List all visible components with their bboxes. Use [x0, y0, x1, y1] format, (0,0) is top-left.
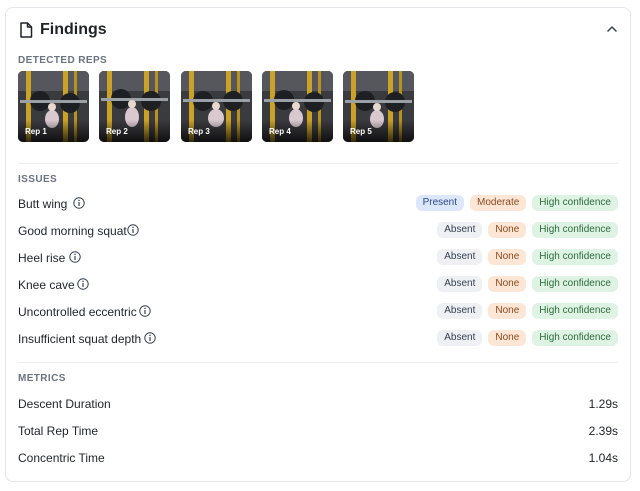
confidence-badge: High confidence — [532, 249, 618, 265]
rep-label: Rep 3 — [188, 127, 210, 136]
issue-row: Insufficient squat depth Absent None Hig… — [18, 330, 618, 350]
issue-badges: Absent None High confidence — [437, 249, 618, 267]
status-badge: Absent — [437, 276, 483, 292]
confidence-badge: High confidence — [532, 195, 618, 211]
metric-row: Descent Duration 1.29s — [18, 395, 618, 415]
issue-name: Good morning squat — [18, 224, 127, 238]
rep-thumbnail[interactable]: Rep 3 — [181, 71, 252, 142]
issue-name: Knee cave — [18, 278, 75, 292]
metric-name: Concentric Time — [18, 451, 105, 465]
metric-value: 2.39s — [588, 424, 618, 438]
confidence-badge: High confidence — [532, 330, 618, 346]
issue-name: Uncontrolled eccentric — [18, 305, 137, 319]
issues-label: ISSUES — [18, 174, 58, 185]
rep-thumbnail[interactable]: Rep 5 — [343, 71, 414, 142]
metric-value: 1.29s — [588, 397, 618, 411]
issue-badges: Absent None High confidence — [437, 222, 618, 240]
metric-row: Total Rep Time 2.39s — [18, 422, 618, 442]
issue-badges: Present Moderate High confidence — [415, 195, 618, 213]
rep-label: Rep 5 — [350, 127, 372, 136]
metric-row: Concentric Time 1.04s — [18, 449, 618, 469]
severity-badge: None — [488, 330, 527, 346]
findings-title: Findings — [40, 21, 107, 38]
severity-badge: Moderate — [470, 195, 527, 211]
severity-badge: None — [488, 276, 527, 292]
severity-badge: None — [488, 249, 527, 265]
issue-name: Insufficient squat depth — [18, 332, 142, 346]
section-divider — [18, 362, 618, 363]
confidence-badge: High confidence — [532, 276, 618, 292]
metric-name: Descent Duration — [18, 397, 111, 411]
status-badge: Absent — [437, 249, 483, 265]
section-divider — [18, 163, 618, 164]
rep-thumbnail[interactable]: Rep 4 — [262, 71, 333, 142]
info-icon[interactable] — [73, 197, 85, 209]
severity-badge: None — [488, 303, 527, 319]
issue-row: Uncontrolled eccentric Absent None High … — [18, 303, 618, 323]
metric-value: 1.04s — [588, 451, 618, 465]
issue-name: Heel rise — [18, 251, 66, 265]
metrics-label: METRICS — [18, 373, 66, 384]
info-icon[interactable] — [127, 224, 139, 236]
issue-badges: Absent None High confidence — [437, 330, 618, 348]
issue-row: Good morning squat Absent None High conf… — [18, 222, 618, 242]
confidence-badge: High confidence — [532, 222, 618, 238]
issue-row: Knee cave Absent None High confidence — [18, 276, 618, 296]
rep-label: Rep 2 — [106, 127, 128, 136]
status-badge: Absent — [437, 222, 483, 238]
info-icon[interactable] — [139, 305, 151, 317]
chevron-up-icon[interactable] — [606, 25, 618, 33]
rep-label: Rep 1 — [25, 127, 47, 136]
issue-badges: Absent None High confidence — [437, 276, 618, 294]
metric-name: Total Rep Time — [18, 424, 99, 438]
findings-card: Findings DETECTED REPS Rep 1 Rep 2 Rep 3… — [5, 7, 631, 482]
status-badge: Present — [415, 195, 465, 211]
issue-badges: Absent None High confidence — [437, 303, 618, 321]
status-badge: Absent — [437, 330, 483, 346]
confidence-badge: High confidence — [532, 303, 618, 319]
info-icon[interactable] — [69, 251, 81, 263]
info-icon[interactable] — [144, 332, 156, 344]
findings-header[interactable]: Findings — [6, 8, 630, 52]
issue-row: Heel rise Absent None High confidence — [18, 249, 618, 269]
issue-name: Butt wing — [18, 197, 68, 211]
document-icon — [20, 22, 33, 38]
rep-label: Rep 4 — [269, 127, 291, 136]
status-badge: Absent — [437, 303, 483, 319]
detected-reps-label: DETECTED REPS — [18, 55, 108, 66]
rep-thumbnail[interactable]: Rep 2 — [99, 71, 170, 142]
rep-thumbnail[interactable]: Rep 1 — [18, 71, 89, 142]
info-icon[interactable] — [77, 278, 89, 290]
severity-badge: None — [488, 222, 527, 238]
issue-row: Butt wing Present Moderate High confiden… — [18, 195, 618, 215]
